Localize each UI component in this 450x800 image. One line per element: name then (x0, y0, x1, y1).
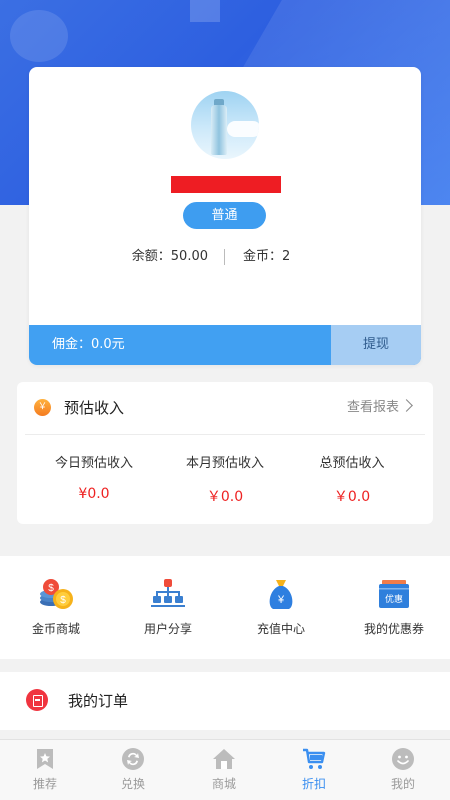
income-header: ￥ 预估收入 查看报表 (17, 382, 433, 434)
tab-recommend[interactable]: 推荐 (0, 740, 90, 800)
quick-action-recharge[interactable]: ¥ 充值中心 (225, 556, 337, 659)
income-label: 总预估收入 (319, 456, 385, 471)
username-redacted (171, 176, 281, 193)
my-orders-label: 我的订单 (68, 692, 129, 710)
smiley-icon (392, 748, 414, 770)
profile-card: 普通 余额：50.00 金币：2 佣金：0.0元 提现 (29, 67, 421, 365)
commission-text: 佣金：0.0元 (52, 337, 125, 352)
commission-bar: 佣金：0.0元 提现 (29, 325, 421, 365)
svg-text:¥: ¥ (277, 594, 285, 606)
income-value: ￥0.0 (333, 489, 371, 505)
money-bag-icon: ¥ (269, 580, 293, 609)
member-level-badge[interactable]: 普通 (183, 202, 266, 229)
balance-text: 余额：50.00 (131, 249, 208, 264)
quick-action-user-share[interactable]: 用户分享 (112, 556, 224, 659)
quick-action-label: 金币商城 (31, 622, 80, 636)
income-title: 预估收入 (64, 399, 125, 417)
income-label: 今日预估收入 (54, 456, 133, 471)
star-bookmark-icon (37, 749, 53, 769)
quick-action-coupons[interactable]: 优惠 我的优惠券 (338, 556, 450, 659)
home-icon (213, 749, 235, 769)
quick-action-label: 充值中心 (256, 622, 305, 636)
quick-actions: $ $ 金币商城 用户分享 ¥ 充值中心 优惠 我的优惠券 (0, 556, 450, 659)
quick-action-label: 我的优惠券 (363, 622, 424, 636)
tab-label: 兑换 (120, 777, 145, 791)
svg-text:$: $ (60, 595, 66, 606)
my-orders-row[interactable]: 我的订单 (0, 672, 450, 730)
svg-text:$: $ (48, 583, 54, 594)
bottom-tab-bar: 推荐 兑换 商城 折扣 我的 (0, 739, 450, 800)
account-stats: 余额：50.00 金币：2 (29, 247, 421, 267)
income-value: ¥0.0 (78, 486, 110, 502)
coupon-icon: 优惠 (379, 580, 409, 608)
income-today: 今日预估收入 ¥0.0 (25, 434, 163, 524)
coins-text: 金币：2 (243, 249, 291, 264)
cart-icon (303, 748, 326, 769)
tab-label: 我的 (390, 777, 415, 791)
yen-coin-icon: ￥ (34, 399, 51, 416)
stats-divider (224, 249, 225, 265)
tab-label: 折扣 (301, 777, 326, 791)
tab-exchange[interactable]: 兑换 (88, 740, 178, 800)
view-report-link[interactable]: 查看报表 (347, 382, 399, 434)
avatar[interactable] (191, 91, 259, 159)
income-value: ￥0.0 (206, 489, 244, 505)
estimated-income-card: ￥ 预估收入 查看报表 今日预估收入 ¥0.0 本月预估收入 ￥0.0 总预估收… (17, 382, 433, 524)
tab-discount[interactable]: 折扣 (269, 740, 359, 800)
tab-mine[interactable]: 我的 (358, 740, 448, 800)
quick-action-coin-mall[interactable]: $ $ 金币商城 (0, 556, 112, 659)
order-clipboard-icon (26, 689, 48, 711)
coins-icon: $ $ (40, 579, 73, 609)
org-share-icon (151, 579, 185, 607)
income-month: 本月预估收入 ￥0.0 (156, 434, 294, 524)
chevron-right-icon[interactable] (400, 399, 413, 412)
exchange-icon (122, 748, 144, 770)
tab-label: 推荐 (32, 777, 57, 791)
tab-mall[interactable]: 商城 (179, 740, 269, 800)
income-label: 本月预估收入 (185, 456, 264, 471)
svg-text:优惠: 优惠 (385, 593, 403, 605)
quick-action-label: 用户分享 (143, 622, 192, 636)
income-total: 总预估收入 ￥0.0 (283, 434, 421, 524)
tab-label: 商城 (211, 777, 236, 791)
withdraw-button[interactable]: 提现 (331, 325, 421, 365)
